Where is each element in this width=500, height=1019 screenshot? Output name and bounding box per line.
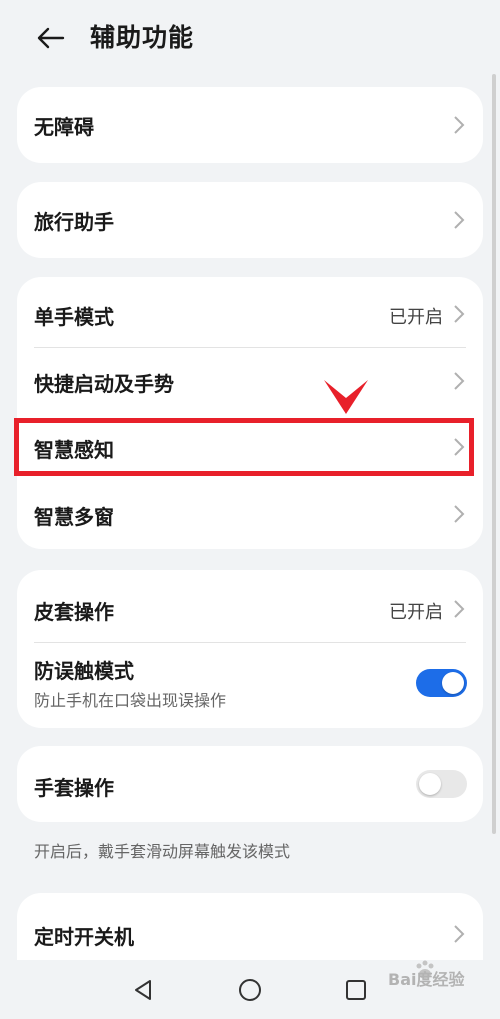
chevron-right-icon (454, 505, 465, 523)
chevron-right-icon (454, 305, 465, 323)
settings-item-label: 防误触模式 (34, 659, 134, 683)
toggle-knob (442, 672, 464, 694)
settings-item-glove-operation[interactable]: 手套操作 (17, 746, 483, 822)
status-text: 已开启 (389, 307, 443, 328)
chevron-right-icon (454, 925, 465, 943)
settings-card-travel: 旅行助手 (17, 182, 483, 258)
nav-recents-button[interactable] (342, 976, 370, 1004)
settings-card-gestures: 单手模式 已开启 快捷启动及手势 智慧感知 智慧多窗 (17, 277, 483, 549)
settings-item-label: 单手模式 (34, 305, 114, 329)
chevron-right-icon (454, 211, 465, 229)
settings-item-smart-multi-window[interactable]: 智慧多窗 (17, 480, 483, 549)
status-text: 已开启 (389, 602, 443, 623)
settings-item-travel-assistant[interactable]: 旅行助手 (17, 182, 483, 258)
settings-item-description: 防止手机在口袋出现误操作 (34, 691, 227, 710)
toggle-knob (419, 773, 441, 795)
chevron-right-icon (454, 600, 465, 618)
settings-item-label: 快捷启动及手势 (34, 372, 174, 396)
settings-item-one-hand-mode[interactable]: 单手模式 已开启 (17, 277, 483, 347)
square-recents-icon (346, 980, 366, 1000)
circle-home-icon (239, 979, 261, 1001)
glove-mode-toggle[interactable] (416, 770, 467, 798)
scrollbar[interactable] (492, 74, 496, 834)
settings-card-cover: 皮套操作 已开启 防误触模式 防止手机在口袋出现误操作 (17, 570, 483, 728)
settings-item-label: 定时开关机 (34, 925, 134, 949)
settings-item-label: 智慧多窗 (34, 505, 114, 529)
triangle-back-icon (135, 980, 151, 1000)
app-header: 辅助功能 (0, 0, 500, 80)
highlight-box (14, 418, 474, 476)
settings-item-anti-mistouch[interactable]: 防误触模式 防止手机在口袋出现误操作 (17, 643, 483, 728)
nav-back-button[interactable] (129, 976, 157, 1004)
settings-item-accessibility[interactable]: 无障碍 (17, 87, 483, 163)
settings-item-label: 旅行助手 (34, 210, 114, 234)
settings-card-glove: 手套操作 (17, 746, 483, 822)
settings-item-label: 皮套操作 (34, 600, 114, 624)
arrow-left-icon (37, 27, 65, 49)
settings-card-accessibility: 无障碍 (17, 87, 483, 163)
chevron-right-icon (454, 372, 465, 390)
back-button[interactable] (30, 20, 70, 56)
chevron-right-icon (454, 116, 465, 134)
watermark-text: Bai度经验 (388, 970, 465, 989)
red-arrow-icon (324, 380, 368, 414)
settings-item-label: 手套操作 (34, 776, 114, 800)
page-title: 辅助功能 (90, 23, 195, 52)
settings-item-quick-launch-gestures[interactable]: 快捷启动及手势 (17, 348, 483, 414)
settings-item-cover-operation[interactable]: 皮套操作 已开启 (17, 570, 483, 642)
settings-item-label: 无障碍 (34, 115, 94, 139)
glove-mode-note: 开启后，戴手套滑动屏幕触发该模式 (34, 842, 291, 861)
anti-mistouch-toggle[interactable] (416, 669, 467, 697)
nav-home-button[interactable] (236, 976, 264, 1004)
